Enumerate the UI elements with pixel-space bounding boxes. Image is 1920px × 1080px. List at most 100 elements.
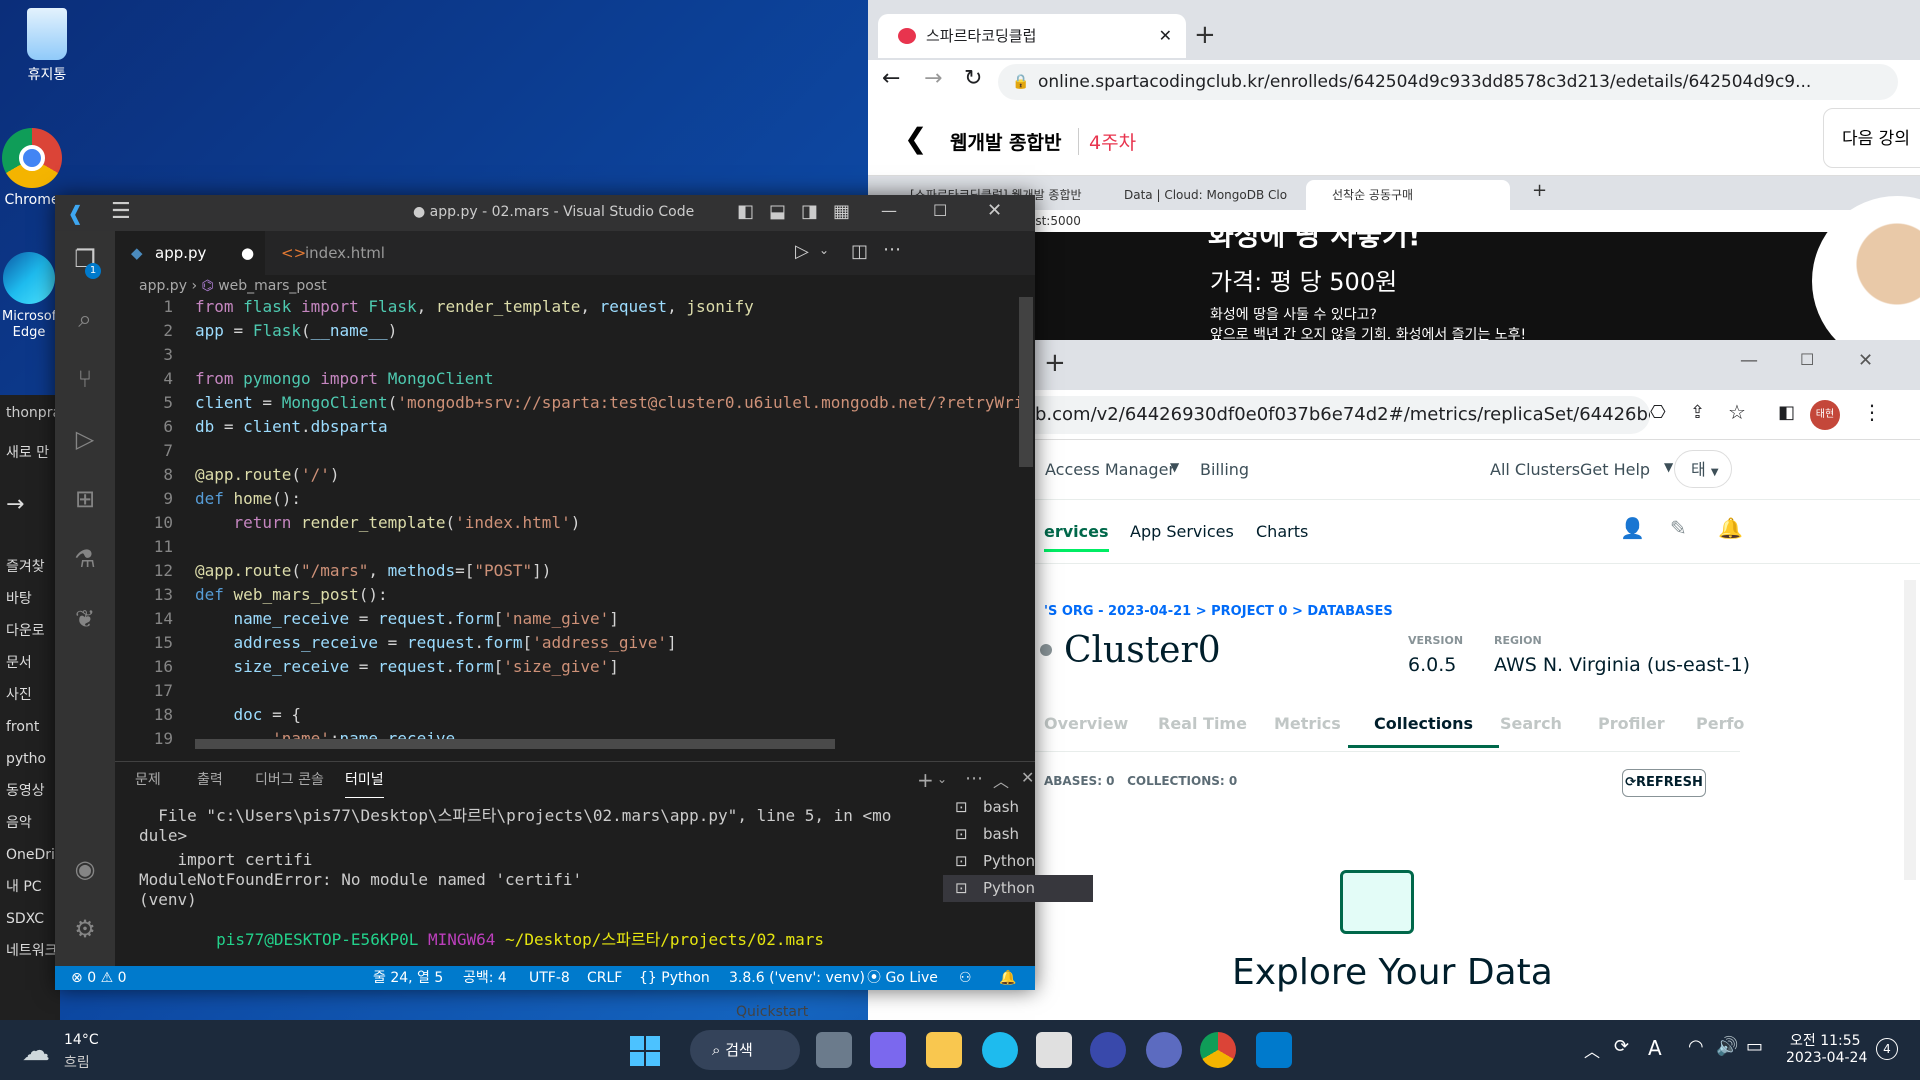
- hamburger-menu-icon[interactable]: ☰: [111, 199, 131, 224]
- weather-desc[interactable]: 흐림: [64, 1052, 90, 1072]
- explorer-item[interactable]: SDXC: [0, 903, 60, 935]
- scrollbar[interactable]: [1904, 580, 1916, 880]
- eol[interactable]: CRLF: [587, 966, 622, 990]
- chevron-up-icon[interactable]: ︿: [1584, 1038, 1600, 1062]
- problems-indicator[interactable]: ⊗ 0 ⚠ 0: [71, 966, 127, 990]
- subnav-services[interactable]: ervices: [1044, 522, 1109, 552]
- address-bar[interactable]: 🔒 online.spartacodingclub.kr/enrolleds/6…: [998, 64, 1898, 100]
- sidepanel-icon[interactable]: ◧: [1778, 402, 1795, 423]
- testing-icon[interactable]: ⚗: [67, 541, 103, 577]
- source-control-icon[interactable]: ⑂: [67, 361, 103, 397]
- panel-tab-output[interactable]: 출력: [197, 762, 223, 798]
- nav-access-manager[interactable]: Access Manager: [1045, 460, 1175, 479]
- wifi-icon[interactable]: ◠: [1688, 1036, 1704, 1057]
- explorer-item[interactable]: 즐겨찾: [0, 551, 60, 583]
- terminal-list-item[interactable]: ⊡ Python: [943, 848, 1093, 875]
- indentation[interactable]: 공백: 4: [463, 966, 507, 990]
- explorer-item[interactable]: 음악: [0, 807, 60, 839]
- teams-icon[interactable]: [1146, 1032, 1182, 1068]
- explorer-item[interactable]: thonpra: [0, 395, 60, 431]
- terminal-list-item[interactable]: ⊡ Python: [943, 875, 1093, 902]
- maximize-icon[interactable]: ☐: [1800, 350, 1814, 369]
- task-view-icon[interactable]: [816, 1032, 852, 1068]
- terminal-output[interactable]: File "c:\Users\pis77\Desktop\스파르타\projec…: [139, 806, 891, 990]
- editor-scrollbar[interactable]: [1019, 297, 1033, 467]
- interpreter[interactable]: 3.8.6 ('venv': venv): [729, 966, 865, 990]
- gear-icon[interactable]: ⚙: [67, 911, 103, 947]
- share-icon[interactable]: ⇪: [1690, 402, 1705, 423]
- volume-icon[interactable]: 🔊: [1716, 1036, 1738, 1057]
- refresh-button[interactable]: ⟳REFRESH: [1622, 769, 1706, 797]
- add-user-icon[interactable]: 👤: [1620, 516, 1645, 540]
- tab-performance[interactable]: Perfo: [1696, 714, 1744, 733]
- explorer-item[interactable]: 동영상: [0, 775, 60, 807]
- encoding[interactable]: UTF-8: [529, 966, 570, 990]
- maximize-panel-icon[interactable]: ︿: [993, 768, 1009, 792]
- battery-icon[interactable]: ▭: [1746, 1036, 1763, 1057]
- forward-icon[interactable]: →: [924, 66, 942, 91]
- maximize-icon[interactable]: ☐: [933, 201, 947, 220]
- feedback-icon[interactable]: ⚇: [959, 966, 972, 990]
- nav-get-help[interactable]: Get Help: [1580, 460, 1650, 479]
- weather-temp[interactable]: 14°C: [64, 1032, 99, 1048]
- layout-icon[interactable]: ⬓: [769, 201, 786, 222]
- start-button[interactable]: [630, 1036, 660, 1066]
- tab-app-py[interactable]: ◆ app.py ●: [115, 231, 265, 275]
- new-terminal-icon[interactable]: +: [917, 768, 934, 792]
- breadcrumb-file[interactable]: app.py: [139, 278, 187, 294]
- back-icon[interactable]: ←: [882, 66, 900, 91]
- run-icon[interactable]: ▷: [795, 241, 809, 262]
- new-tab-icon[interactable]: +: [1532, 180, 1547, 201]
- subnav-app-services[interactable]: App Services: [1130, 522, 1234, 541]
- explorer-item[interactable]: 문서: [0, 647, 60, 679]
- edge-shortcut[interactable]: Microsoft Edge: [2, 252, 56, 340]
- run-debug-icon[interactable]: ▷: [67, 421, 103, 457]
- chevron-left-icon[interactable]: ❮: [904, 122, 927, 155]
- panel-tab-debug-console[interactable]: 디버그 콘솔: [255, 762, 324, 798]
- clock-time[interactable]: 오전 11:55: [1790, 1030, 1861, 1050]
- quickstart-label[interactable]: Quickstart: [736, 1004, 808, 1020]
- horizontal-scrollbar[interactable]: [195, 739, 835, 749]
- notification-badge[interactable]: 4: [1876, 1038, 1898, 1060]
- explorer-item[interactable]: 네트워크: [0, 935, 60, 967]
- tab-search[interactable]: Search: [1500, 714, 1562, 733]
- close-icon[interactable]: ✕: [1021, 768, 1034, 787]
- tab-real-time[interactable]: Real Time: [1158, 714, 1247, 733]
- store-icon[interactable]: [1036, 1032, 1072, 1068]
- terminal-list-item[interactable]: ⊡ bash: [943, 821, 1093, 848]
- close-icon[interactable]: ✕: [1159, 14, 1172, 58]
- account-icon[interactable]: ◉: [67, 851, 103, 887]
- translate-icon[interactable]: ⎔: [1650, 402, 1666, 423]
- ime-indicator[interactable]: A: [1648, 1036, 1662, 1060]
- breadcrumb[interactable]: 'S ORG - 2023-04-21 > PROJECT 0 > DATABA…: [1044, 604, 1393, 619]
- explorer-item[interactable]: 바탕: [0, 583, 60, 615]
- more-icon[interactable]: ⋯: [883, 239, 901, 260]
- subnav-charts[interactable]: Charts: [1256, 522, 1308, 541]
- more-icon[interactable]: ⋯: [965, 768, 983, 789]
- chrome-tab-sparta[interactable]: 스파르타코딩클럽 ✕: [878, 14, 1186, 58]
- explorer-item[interactable]: front: [0, 711, 60, 743]
- tab-collections[interactable]: Collections: [1348, 714, 1500, 748]
- minimize-icon[interactable]: —: [881, 201, 897, 220]
- chrome-icon[interactable]: [1200, 1032, 1236, 1068]
- user-menu[interactable]: 태 ▼: [1674, 450, 1732, 488]
- nav-billing[interactable]: Billing: [1200, 460, 1249, 479]
- file-explorer-icon[interactable]: [926, 1032, 962, 1068]
- new-tab-icon[interactable]: +: [1044, 348, 1066, 378]
- edge-icon[interactable]: [982, 1032, 1018, 1068]
- next-lesson-button[interactable]: 다음 강의: [1823, 108, 1920, 168]
- search-icon[interactable]: ⌕: [67, 301, 103, 337]
- subtab[interactable]: Data | Cloud: MongoDB Cloud: [1098, 180, 1288, 210]
- unsaved-dot-icon[interactable]: ●: [241, 231, 254, 275]
- taskbar-search[interactable]: ⌕ 검색: [690, 1030, 800, 1070]
- reload-icon[interactable]: ↻: [964, 66, 982, 91]
- star-icon[interactable]: ☆: [1728, 400, 1746, 424]
- activity-icon[interactable]: ✎: [1670, 516, 1687, 540]
- recycle-bin-shortcut[interactable]: 휴지통: [2, 8, 92, 84]
- tab-metrics[interactable]: Metrics: [1274, 714, 1341, 733]
- tab-overview[interactable]: Overview: [1044, 714, 1128, 733]
- profile-avatar[interactable]: 태현: [1810, 400, 1840, 430]
- tab-profiler[interactable]: Profiler: [1598, 714, 1665, 733]
- tab-index-html[interactable]: <> index.html: [265, 231, 415, 275]
- chat-icon[interactable]: [870, 1032, 906, 1068]
